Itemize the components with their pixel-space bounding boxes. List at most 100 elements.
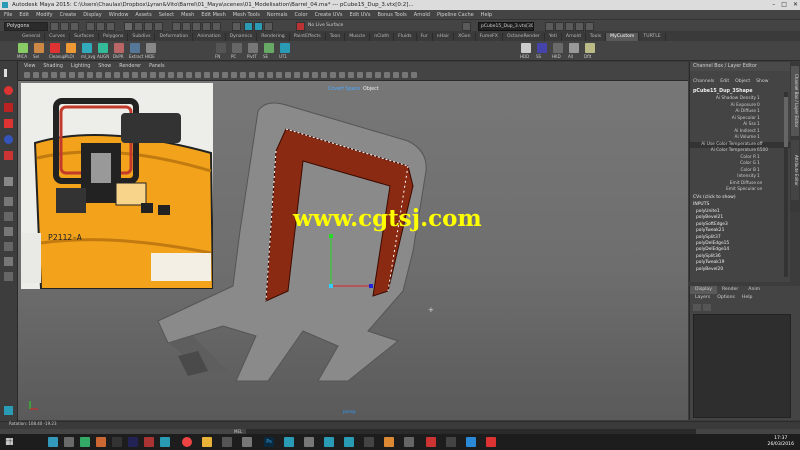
attribute-row[interactable]: Ai Exposure 0 [690,103,790,109]
shelf-tab-muscle[interactable]: Muscle [345,33,371,41]
input-node-polysplit37[interactable]: polySplit37 [696,235,721,240]
select-tool-icon[interactable] [4,69,11,77]
new-scene-icon[interactable] [50,22,59,31]
shelf-dflt-icon[interactable] [585,43,595,53]
open-scene-icon[interactable] [60,22,69,31]
select-component-icon[interactable] [106,22,115,31]
last-tool-icon[interactable] [4,177,13,186]
maya-home-icon[interactable] [4,406,13,415]
taskbar-app-icon[interactable] [80,437,90,447]
viewport-tool-icon[interactable] [33,72,39,78]
channel-box-scrollbar[interactable] [784,92,788,277]
face-mask-icon[interactable] [144,22,153,31]
tool-settings-icon[interactable] [575,22,584,31]
layer-menu-options[interactable]: Options [717,295,735,302]
menu-window[interactable]: Window [109,12,129,18]
viewport-tool-icon[interactable] [339,72,345,78]
viewport-tool-icon[interactable] [276,72,282,78]
render-settings-icon[interactable] [264,22,273,31]
attribute-value[interactable]: on [757,187,762,192]
snap-grid-icon[interactable] [172,22,181,31]
shelf-tab-nhair[interactable]: nHair [432,33,455,41]
shelf-tab-ncloth[interactable]: nCloth [370,33,395,41]
shelf-tab-rendering[interactable]: Rendering [257,33,290,41]
taskbar-app-icon[interactable] [446,437,456,447]
viewport-tool-icon[interactable] [294,72,300,78]
hypershade-layout-icon[interactable] [4,257,13,266]
input-node-polydeledge14[interactable]: polyDelEdge14 [696,247,729,252]
attribute-row[interactable]: Ai Indirect 1 [690,129,790,135]
menu-normals[interactable]: Normals [267,12,288,18]
ipr-render-icon[interactable] [254,22,263,31]
cvs-toggle[interactable]: CVs (click to show) [693,195,736,200]
shelf-align-icon[interactable] [98,43,108,53]
maya-taskbar-icon[interactable] [284,437,294,447]
attribute-row[interactable]: Emit Specular on [690,187,790,193]
channel-box-icon[interactable] [585,22,594,31]
viewport-menu-view[interactable]: View [24,64,35,69]
shelf-pivtt-icon[interactable] [248,43,258,53]
viewport-tool-icon[interactable] [393,72,399,78]
shelf-mica-icon[interactable] [18,43,28,53]
menu-create-uvs[interactable]: Create UVs [315,12,343,18]
snap-plane-icon[interactable] [202,22,211,31]
windows-start-icon[interactable]: ▦ [5,437,15,447]
viewport-tool-icon[interactable] [285,72,291,78]
channel-menu-edit[interactable]: Edit [720,79,729,87]
sidebar-toggle-icon[interactable] [545,22,554,31]
viewport-menu-lighting[interactable]: Lighting [71,64,90,69]
taskbar-app-icon[interactable] [344,437,354,447]
taskbar-app-icon[interactable] [222,437,232,447]
input-node-polysoftedge3[interactable]: polySoftEdge3 [696,222,728,227]
selection-name-field[interactable]: pCube15_Dup_3.vtx[308:322] [478,22,534,31]
layer-menu-layers[interactable]: Layers [695,295,710,302]
paint-select-icon[interactable] [4,103,13,112]
input-node-polybevel21[interactable]: polyBevel21 [696,215,723,220]
menu-select[interactable]: Select [159,12,174,18]
attribute-value[interactable]: on [757,181,762,186]
move-tool-icon[interactable] [4,119,13,128]
viewport-tool-icon[interactable] [141,72,147,78]
menu-mesh[interactable]: Mesh [181,12,194,18]
attribute-row[interactable]: Ai Volume 1 [690,135,790,141]
viewport-tool-icon[interactable] [402,72,408,78]
taskbar-app-icon[interactable] [404,437,414,447]
menu-edit-mesh[interactable]: Edit Mesh [201,12,225,18]
viewport-tool-icon[interactable] [168,72,174,78]
menu-modify[interactable]: Modify [36,12,53,18]
outliner-layout-icon[interactable] [4,227,13,236]
shelf-tab-fur[interactable]: Fur [416,33,433,41]
taskbar-app-icon[interactable] [64,437,74,447]
shelf-tab-dynamics[interactable]: Dynamics [225,33,258,41]
attribute-value[interactable]: 1 [757,168,760,173]
shelf-all-icon[interactable] [569,43,579,53]
viewport-menu-panels[interactable]: Panels [149,64,164,69]
layer-tab-render[interactable]: Render [717,286,743,294]
attribute-value[interactable]: 1 [757,122,760,127]
shelf-tab-deformation[interactable]: Deformation [155,33,194,41]
layer-tab-display[interactable]: Display [690,286,717,294]
menu-file[interactable]: File [4,12,12,18]
taskbar-app-icon[interactable] [426,437,436,447]
menu-bonus-tools[interactable]: Bonus Tools [377,12,406,18]
attribute-value[interactable]: 1 [757,129,760,134]
menu-assets[interactable]: Assets [135,12,151,18]
shelf-pc-icon[interactable] [232,43,242,53]
shelf-tab-toon[interactable]: Toon [325,33,346,41]
attribute-value[interactable]: 1 [757,174,760,179]
attribute-editor-icon[interactable] [565,22,574,31]
attribute-value[interactable]: 1 [757,109,760,114]
shelf-tab-curves[interactable]: Curves [45,33,71,41]
shelf-tab-octanerender[interactable]: OctaneRender [502,33,545,41]
taskbar-app-icon[interactable] [304,437,314,447]
new-layer-icon[interactable] [693,304,701,311]
viewport-tool-icon[interactable] [60,72,66,78]
viewport-tool-icon[interactable] [411,72,417,78]
shelf-tab-surfaces[interactable]: Surfaces [70,33,99,41]
taskbar-app-icon[interactable] [128,437,138,447]
shelf-dkpr-icon[interactable] [114,43,124,53]
taskbar-clock[interactable]: 17:37 26/03/2016 [768,436,794,448]
minimize-icon[interactable]: – [772,0,775,10]
viewport-tool-icon[interactable] [123,72,129,78]
taskbar-app-icon[interactable] [96,437,106,447]
